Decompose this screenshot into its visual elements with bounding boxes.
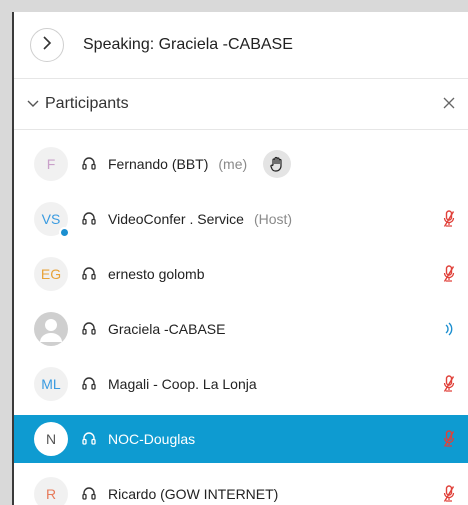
- avatar-initials: R: [45, 486, 57, 502]
- avatar: VS: [34, 202, 70, 238]
- participant-row[interactable]: N NOC-Douglas: [14, 415, 468, 463]
- avatar-initials: VS: [41, 211, 61, 227]
- participant-row[interactable]: VS VideoConfer . Service (Host): [14, 195, 468, 243]
- participant-tag: (me): [218, 156, 248, 172]
- headset-icon: [81, 156, 97, 172]
- user-avatar-icon: [34, 312, 68, 346]
- participant-name: Ricardo (GOW INTERNET): [108, 486, 279, 502]
- headset-icon: [81, 376, 97, 392]
- mic-muted-icon[interactable]: [442, 485, 456, 503]
- avatar-initials: N: [45, 431, 57, 447]
- participants-header[interactable]: Participants: [14, 79, 468, 130]
- participant-list: F Fernando (BBT) (me) VS VideoConfer . Servi…: [14, 130, 468, 505]
- avatar: EG: [34, 257, 68, 291]
- participant-name: VideoConfer . Service: [108, 211, 244, 227]
- participant-row[interactable]: Graciela -CABASE: [14, 305, 468, 353]
- headset-icon: [81, 266, 97, 282]
- participant-row[interactable]: EG ernesto golomb: [14, 250, 468, 298]
- avatar: ML: [34, 367, 68, 401]
- avatar-initials: EG: [40, 266, 62, 282]
- mic-muted-icon[interactable]: [442, 430, 456, 448]
- participant-name: ernesto golomb: [108, 266, 205, 282]
- headset-icon: [81, 431, 97, 447]
- speaking-bar: Speaking: Graciela -CABASE: [14, 12, 468, 79]
- speaking-icon[interactable]: [442, 320, 456, 338]
- participant-row[interactable]: ML Magali - Coop. La Lonja: [14, 360, 468, 408]
- participant-row[interactable]: R Ricardo (GOW INTERNET): [14, 470, 468, 505]
- participants-title: Participants: [45, 95, 129, 112]
- avatar-initials: F: [46, 156, 56, 172]
- headset-icon: [81, 211, 97, 227]
- avatar: R: [34, 477, 68, 505]
- headset-icon: [81, 486, 97, 502]
- avatar: N: [34, 422, 68, 456]
- chevron-down-icon[interactable]: [27, 97, 41, 111]
- status-dot-icon: [59, 227, 70, 238]
- mic-muted-icon[interactable]: [442, 210, 456, 228]
- headset-icon: [81, 321, 97, 337]
- avatar: F: [34, 147, 68, 181]
- chevron-right-icon: [42, 35, 52, 55]
- speaking-label: Speaking: Graciela -CABASE: [83, 36, 293, 53]
- participant-name: Graciela -CABASE: [108, 321, 226, 337]
- mic-muted-icon[interactable]: [442, 375, 456, 393]
- avatar: [34, 312, 68, 346]
- participant-name: Magali - Coop. La Lonja: [108, 376, 257, 392]
- avatar-initials: ML: [41, 376, 61, 392]
- expand-button[interactable]: [30, 28, 64, 62]
- participant-name: Fernando (BBT): [108, 156, 209, 172]
- participant-tag: (Host): [253, 211, 293, 227]
- participant-row[interactable]: F Fernando (BBT) (me): [14, 140, 468, 188]
- participant-name: NOC-Douglas: [108, 431, 196, 447]
- raise-hand-icon[interactable]: [263, 150, 292, 178]
- mic-muted-icon[interactable]: [442, 265, 456, 283]
- close-icon[interactable]: [440, 94, 458, 112]
- participants-panel: Speaking: Graciela -CABASE Participants …: [12, 12, 468, 505]
